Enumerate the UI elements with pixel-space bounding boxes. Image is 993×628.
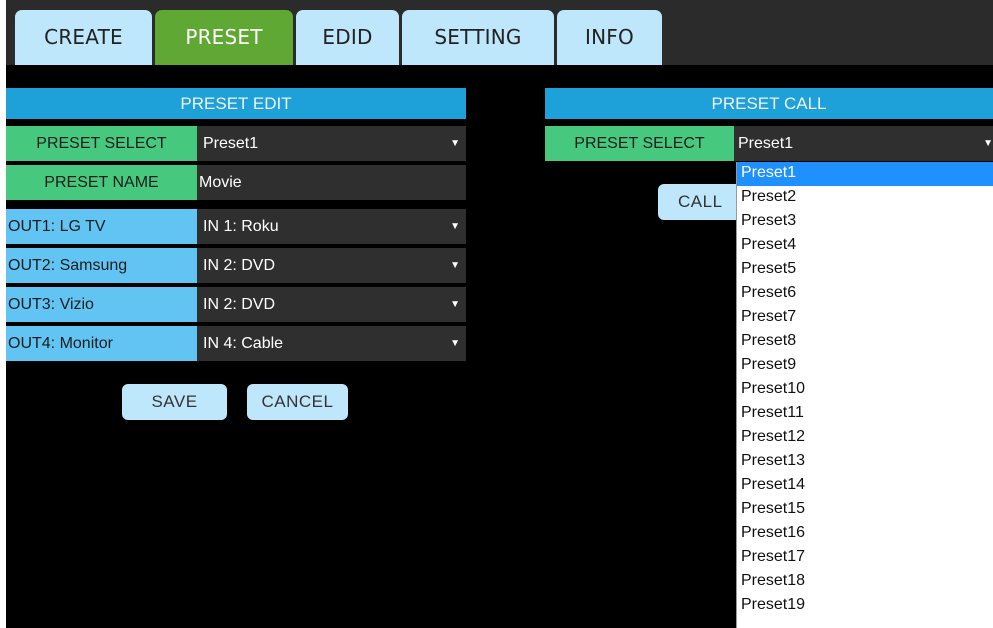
- out1-select-value: IN 1: Roku: [203, 218, 279, 235]
- triangle-down-icon: ▼: [450, 299, 460, 310]
- triangle-down-icon: ▼: [450, 260, 460, 271]
- dropdown-option[interactable]: Preset19: [737, 594, 993, 618]
- dropdown-option[interactable]: Preset3: [737, 210, 993, 234]
- tab-preset[interactable]: PRESET: [155, 10, 293, 65]
- tab-edid[interactable]: EDID: [296, 10, 399, 65]
- preset-dropdown-list: Preset1 Preset2 Preset3 Preset4 Preset5 Prese…: [736, 162, 993, 628]
- cancel-button[interactable]: CANCEL: [247, 384, 348, 420]
- out2-select[interactable]: IN 2: DVD ▼: [197, 248, 466, 283]
- preset-call-select-label: PRESET SELECT: [545, 126, 734, 161]
- triangle-down-icon: ▼: [450, 221, 460, 232]
- out3-select-value: IN 2: DVD: [203, 296, 276, 313]
- page: CREATE PRESET EDID SETTING INFO PRESET E…: [0, 0, 993, 628]
- out4-select-value: IN 4: Cable: [203, 335, 284, 352]
- triangle-down-icon: ▼: [450, 138, 460, 149]
- dropdown-option[interactable]: Preset12: [737, 426, 993, 450]
- preset-edit-select[interactable]: Preset1 ▼: [197, 126, 466, 161]
- out3-select[interactable]: IN 2: DVD ▼: [197, 287, 466, 322]
- dropdown-option[interactable]: Preset10: [737, 378, 993, 402]
- out4-label: OUT4: Monitor: [6, 326, 197, 361]
- out1-select[interactable]: IN 1: Roku ▼: [197, 209, 466, 244]
- tab-create[interactable]: CREATE: [15, 10, 152, 65]
- dropdown-option[interactable]: Preset14: [737, 474, 993, 498]
- dropdown-option[interactable]: Preset13: [737, 450, 993, 474]
- out2-label: OUT2: Samsung: [6, 248, 197, 283]
- dropdown-option[interactable]: Preset17: [737, 546, 993, 570]
- dropdown-option[interactable]: Preset16: [737, 522, 993, 546]
- triangle-down-icon: ▼: [450, 338, 460, 349]
- preset-name-input[interactable]: Movie: [197, 165, 466, 200]
- dropdown-option[interactable]: Preset1: [737, 162, 993, 186]
- dropdown-option[interactable]: Preset11: [737, 402, 993, 426]
- preset-call-header: PRESET CALL: [545, 88, 993, 119]
- dropdown-option[interactable]: Preset8: [737, 330, 993, 354]
- triangle-down-icon: ▼: [983, 138, 993, 149]
- out4-select[interactable]: IN 4: Cable ▼: [197, 326, 466, 361]
- preset-name-label: PRESET NAME: [6, 165, 197, 200]
- save-button[interactable]: SAVE: [122, 384, 227, 420]
- dropdown-option[interactable]: Preset18: [737, 570, 993, 594]
- preset-call-select[interactable]: Preset1 ▼: [734, 126, 993, 161]
- out2-select-value: IN 2: DVD: [203, 257, 276, 274]
- out3-label: OUT3: Vizio: [6, 287, 197, 322]
- preset-edit-header: PRESET EDIT: [6, 88, 466, 119]
- tab-info[interactable]: INFO: [557, 10, 662, 65]
- tab-setting[interactable]: SETTING: [402, 10, 554, 65]
- out1-label: OUT1: LG TV: [6, 209, 197, 244]
- dropdown-option[interactable]: Preset6: [737, 282, 993, 306]
- dropdown-option[interactable]: Preset15: [737, 498, 993, 522]
- dropdown-option[interactable]: Preset4: [737, 234, 993, 258]
- dropdown-option[interactable]: Preset2: [737, 186, 993, 210]
- preset-select-label: PRESET SELECT: [6, 126, 197, 161]
- preset-edit-select-value: Preset1: [203, 135, 259, 152]
- preset-call-select-value: Preset1: [738, 135, 794, 152]
- dropdown-option[interactable]: Preset9: [737, 354, 993, 378]
- dropdown-option[interactable]: Preset7: [737, 306, 993, 330]
- dropdown-option[interactable]: Preset5: [737, 258, 993, 282]
